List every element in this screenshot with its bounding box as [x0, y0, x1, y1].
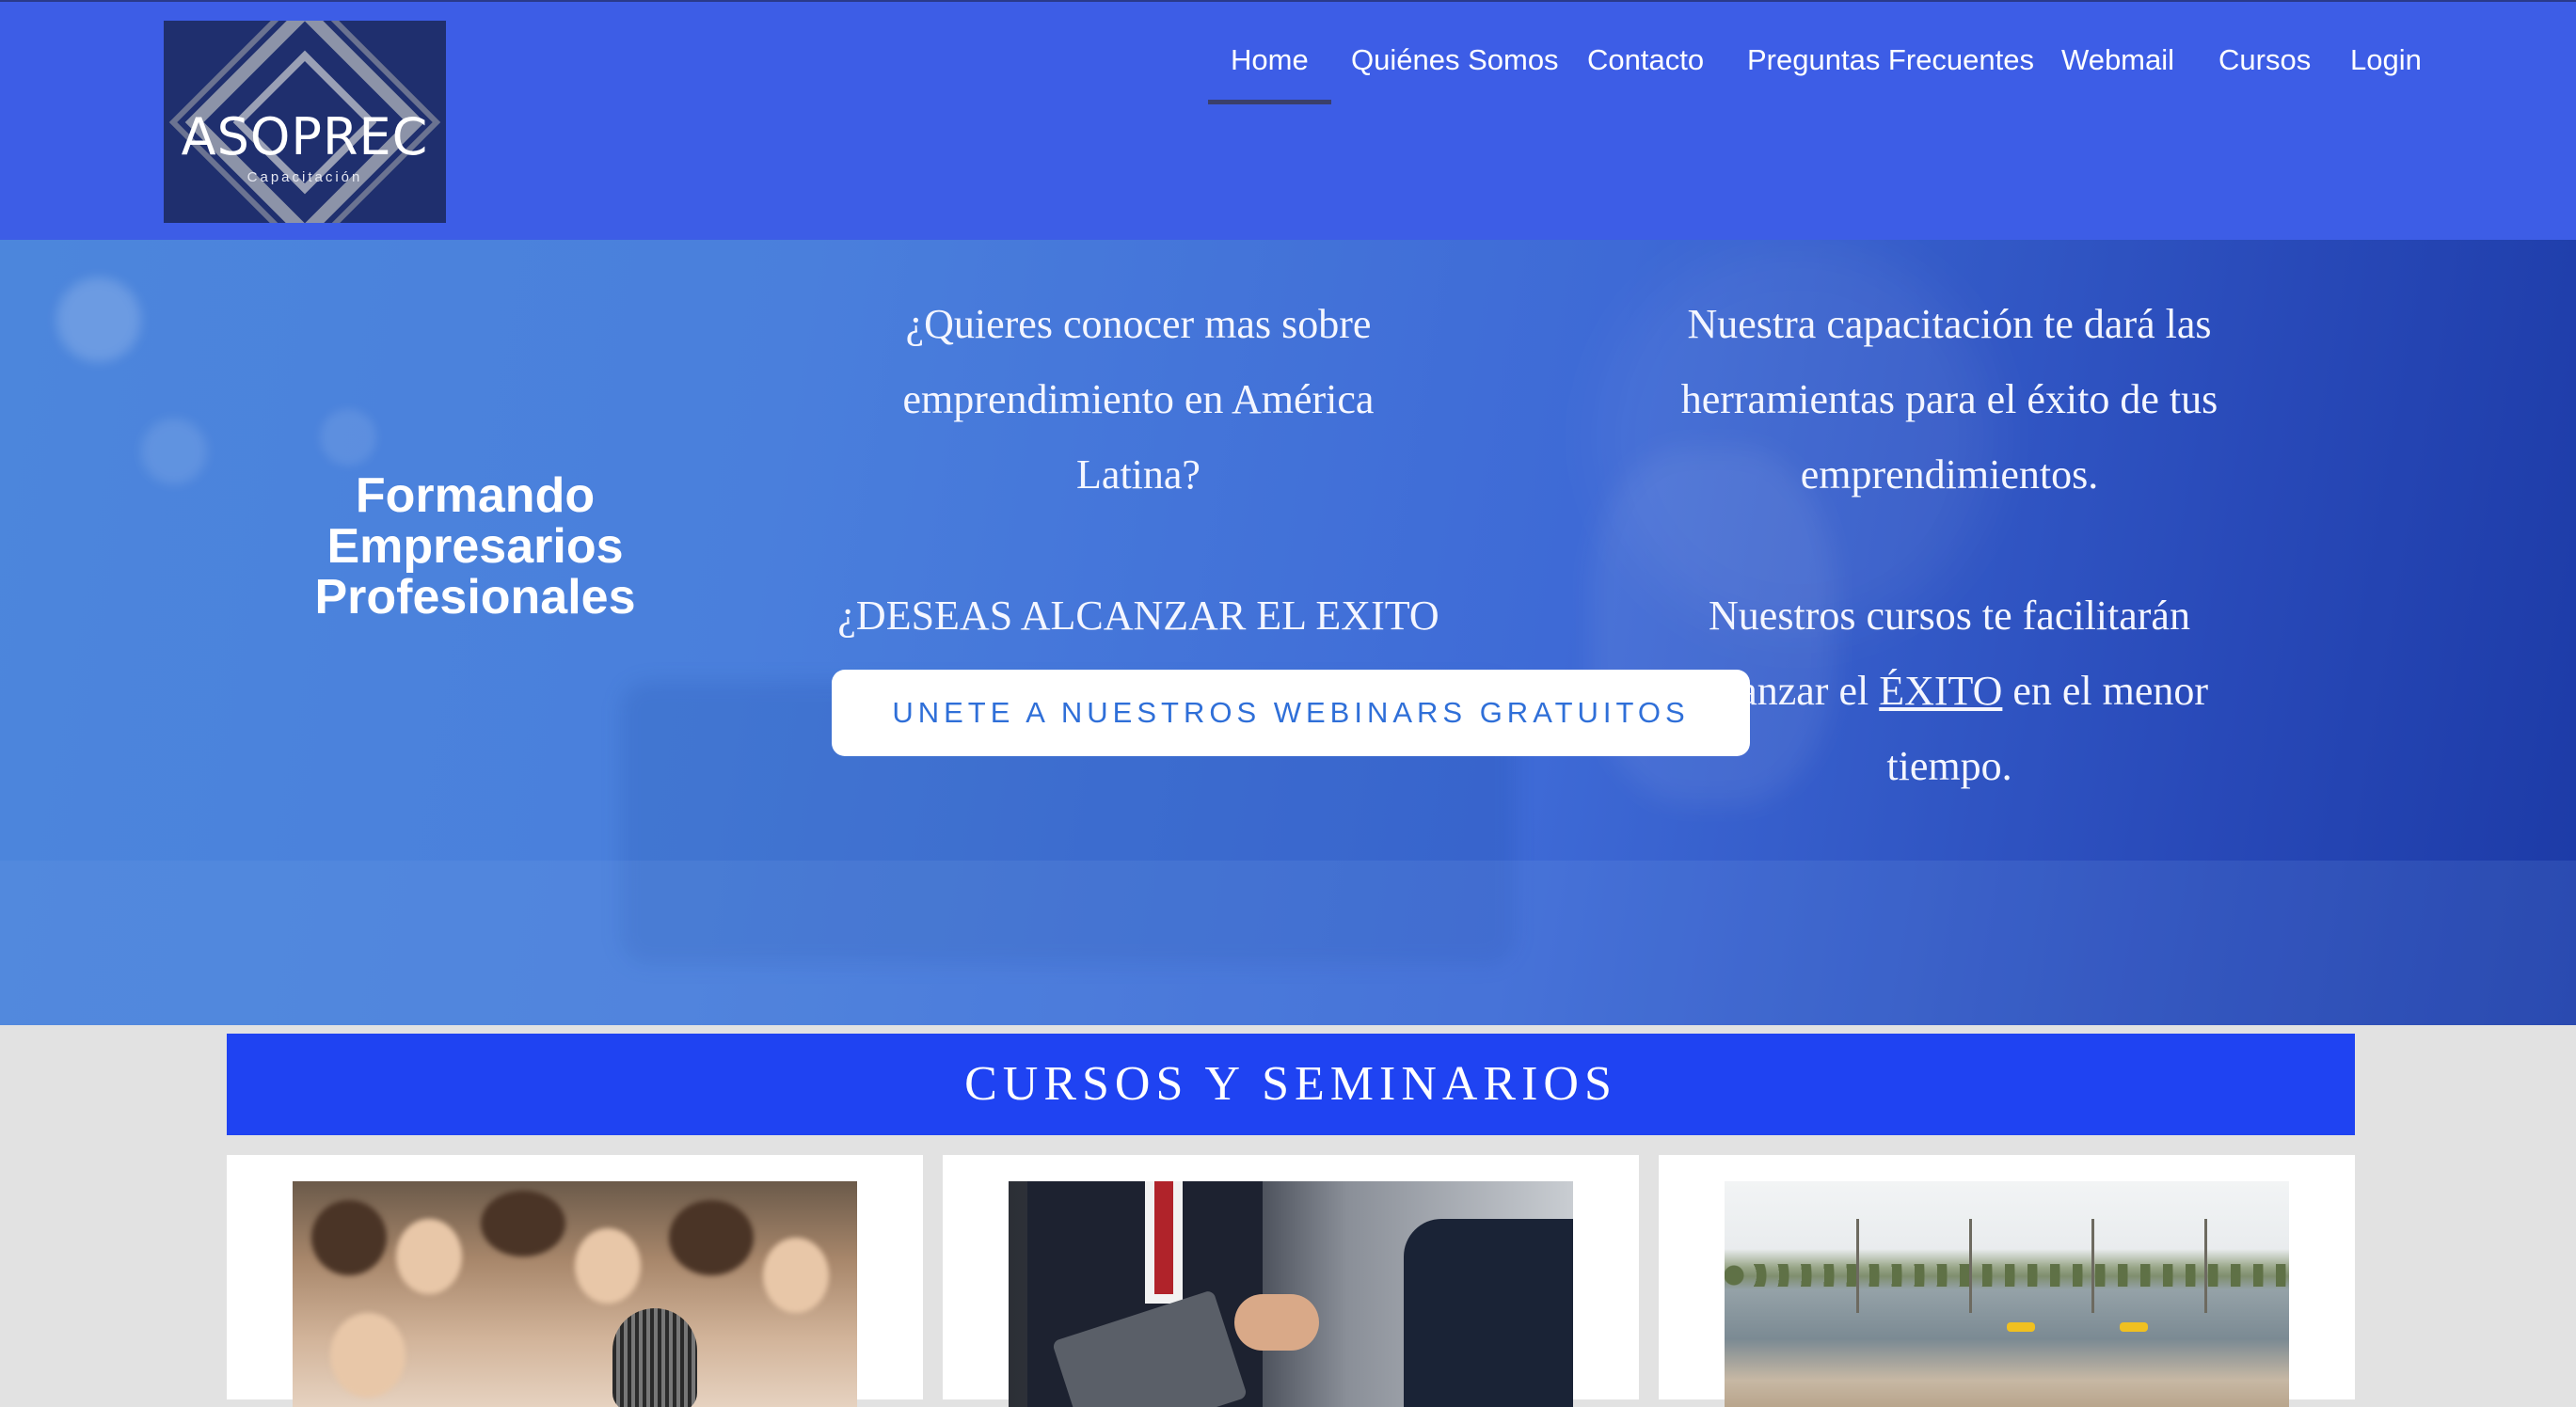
course-card[interactable] — [1659, 1155, 2355, 1407]
photo-detail — [481, 1191, 565, 1257]
hero-column-benefits: Nuestra capacitación te dará las herrami… — [1648, 287, 2250, 870]
photo-detail — [2091, 1219, 2094, 1313]
photo-detail — [330, 1313, 405, 1398]
pond-landscape-photo[interactable] — [1725, 1181, 2289, 1407]
photo-detail — [2204, 1219, 2207, 1313]
logo-title: ASOPREC — [181, 107, 429, 166]
hero-headline: Formando Empresarios Profesionales — [314, 468, 636, 624]
hero-benefit-herramientas: Nuestra capacitación te dará las herrami… — [1680, 301, 2218, 498]
nav-home[interactable]: Home — [1208, 43, 1331, 109]
photo-detail — [575, 1228, 641, 1304]
nav-cursos[interactable]: Cursos — [2218, 43, 2311, 109]
hero-banner: Formando Empresarios Profesionales ¿Quie… — [0, 240, 2576, 1025]
nav-webmail[interactable]: Webmail — [2061, 43, 2174, 109]
photo-detail — [396, 1219, 462, 1294]
hero-bokeh-light — [56, 277, 141, 362]
business-tablet-photo[interactable] — [1009, 1181, 1573, 1407]
audience-microphone-photo[interactable] — [293, 1181, 857, 1407]
nav-quienes-somos[interactable]: Quiénes Somos — [1351, 43, 1559, 109]
photo-detail — [763, 1238, 829, 1313]
photo-detail — [669, 1200, 754, 1275]
photo-detail — [1856, 1219, 1859, 1313]
course-card[interactable] — [943, 1155, 1639, 1407]
exito-link[interactable]: ÉXITO — [1879, 668, 2002, 714]
microphone-icon — [612, 1308, 697, 1407]
course-card[interactable] — [227, 1155, 923, 1407]
main-nav: Home Quiénes Somos Contacto Preguntas Fr… — [0, 43, 2576, 109]
photo-detail — [311, 1200, 387, 1275]
hero-cta-band — [0, 861, 2576, 1025]
courses-section-title: CURSOS Y SEMINARIOS — [227, 1034, 2355, 1135]
hero-bokeh-light — [141, 419, 207, 484]
hero-bokeh-light — [320, 409, 376, 466]
logo-subtitle: Capacitación — [246, 169, 363, 185]
hero-question-emprendimiento: ¿Quieres conocer mas sobre emprendimient… — [902, 301, 1375, 498]
photo-detail — [1154, 1181, 1173, 1294]
webinars-cta-button[interactable]: UNETE A NUESTROS WEBINARS GRATUITOS — [832, 670, 1750, 756]
nav-login[interactable]: Login — [2350, 43, 2422, 109]
nav-contacto[interactable]: Contacto — [1587, 43, 1704, 109]
site-header: ASOPREC Capacitación Home Quiénes Somos … — [0, 0, 2576, 240]
nav-preguntas-frecuentes[interactable]: Preguntas Frecuentes — [1747, 43, 2034, 109]
photo-detail — [1404, 1219, 1573, 1407]
photo-detail — [2120, 1322, 2148, 1332]
photo-detail — [1969, 1219, 1972, 1313]
photo-detail — [1234, 1294, 1319, 1351]
photo-detail — [2007, 1322, 2035, 1332]
